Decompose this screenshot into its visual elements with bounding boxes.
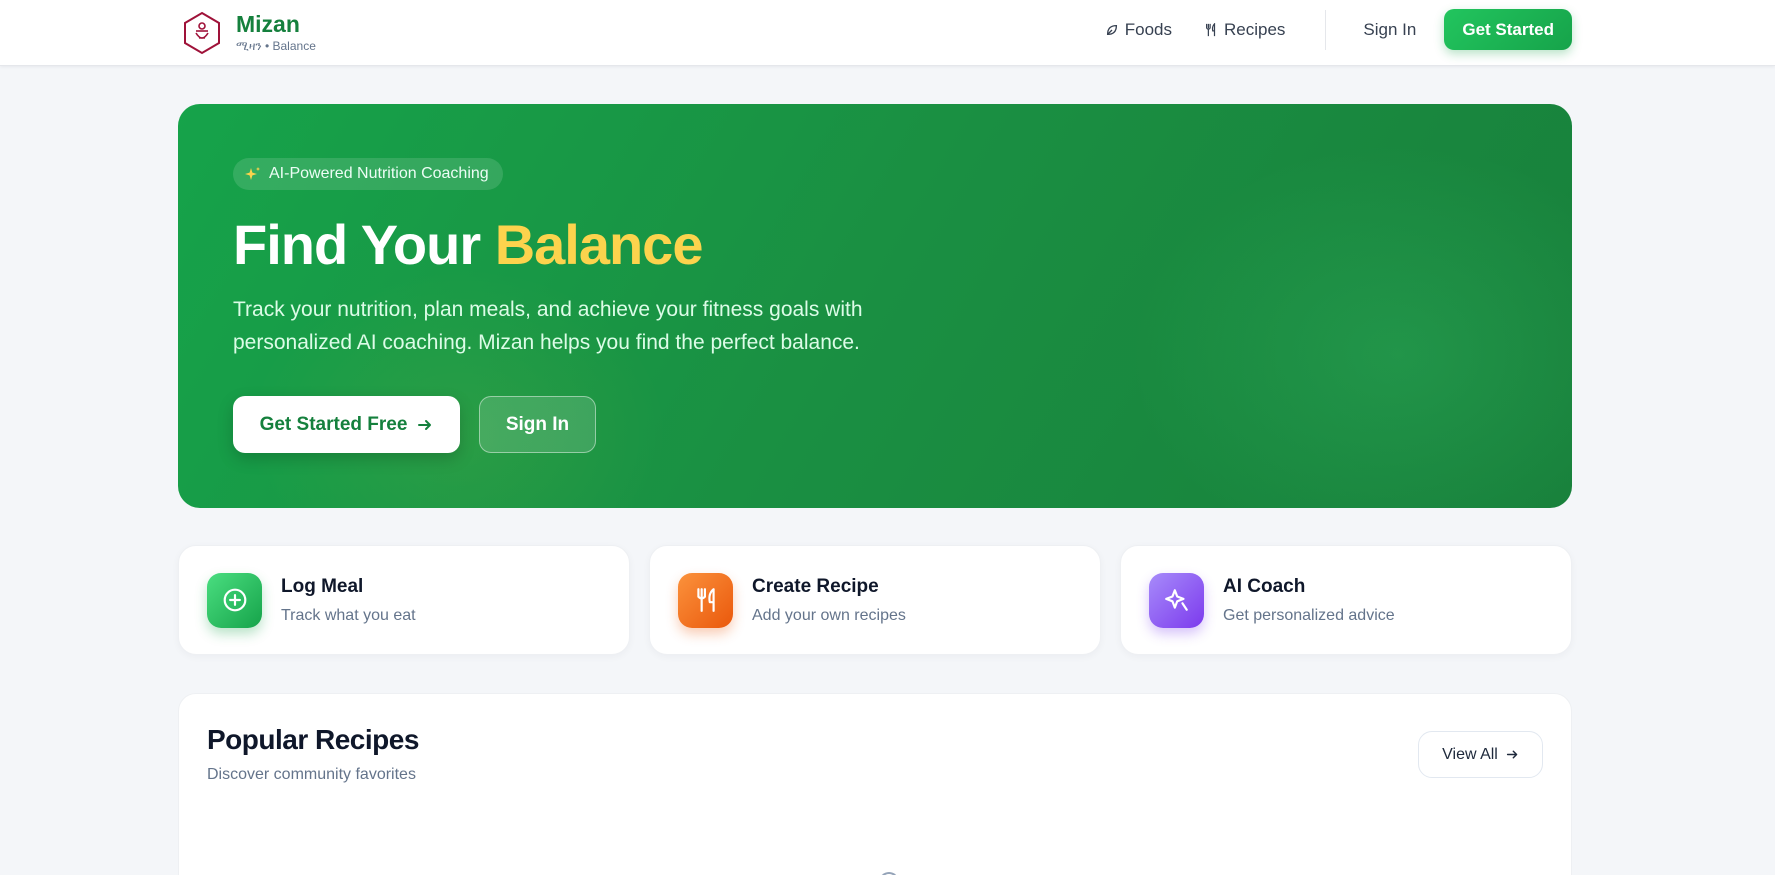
brand-name: Mizan xyxy=(236,11,300,38)
log-meal-card[interactable]: Log Meal Track what you eat xyxy=(178,545,630,655)
view-all-label: View All xyxy=(1442,745,1498,763)
ai-coach-subtitle: Get personalized advice xyxy=(1223,606,1395,624)
get-started-free-button[interactable]: Get Started Free xyxy=(233,396,460,453)
nav-item-foods-label: Foods xyxy=(1124,19,1172,39)
utensils-icon xyxy=(678,572,733,628)
header-get-started-button[interactable]: Get Started xyxy=(1444,9,1572,50)
main-nav: Foods Recipes Sign In Get Started xyxy=(1073,9,1572,50)
sparkles-icon xyxy=(245,167,260,180)
hero-title-main: Find Your xyxy=(233,213,495,276)
hero-sign-in-button[interactable]: Sign In xyxy=(479,396,596,453)
nav-divider xyxy=(1325,9,1327,50)
top-navbar: Mizan ሚዛን • Balance Foods Recipes Sign I… xyxy=(0,0,1775,66)
hero-title: Find Your Balance xyxy=(233,212,704,277)
log-meal-title: Log Meal xyxy=(281,575,364,597)
brand[interactable]: Mizan ሚዛን • Balance xyxy=(178,6,316,60)
nav-item-recipes-label: Recipes xyxy=(1224,19,1286,39)
hero-title-accent: Balance xyxy=(494,213,704,276)
ai-coach-title: AI Coach xyxy=(1223,575,1306,597)
nav-item-foods[interactable]: Foods xyxy=(1105,20,1172,40)
ai-coach-card[interactable]: AI Coach Get personalized advice xyxy=(1120,545,1572,655)
popular-recipes-section: Popular Recipes Discover community favor… xyxy=(178,693,1572,875)
hero-badge: AI-Powered Nutrition Coaching xyxy=(233,158,503,190)
view-all-button[interactable]: View All xyxy=(1418,731,1543,778)
create-recipe-card[interactable]: Create Recipe Add your own recipes xyxy=(649,545,1101,655)
leaf-icon xyxy=(1106,24,1117,35)
utensils-icon xyxy=(1206,22,1216,36)
hero-badge-label: AI-Powered Nutrition Coaching xyxy=(269,165,489,182)
popular-recipes-subtitle: Discover community favorites xyxy=(207,766,416,783)
logo-icon xyxy=(184,11,220,55)
plus-circle-icon xyxy=(207,572,262,628)
sparkle-icon xyxy=(1149,572,1204,628)
hero-description: Track your nutrition, plan meals, and ac… xyxy=(233,298,863,354)
hero-banner: AI-Powered Nutrition Coaching Find Your … xyxy=(178,104,1572,508)
popular-recipes-title: Popular Recipes xyxy=(207,724,419,755)
get-started-free-label: Get Started Free xyxy=(259,413,408,435)
log-meal-subtitle: Track what you eat xyxy=(281,606,416,624)
create-recipe-subtitle: Add your own recipes xyxy=(752,606,906,624)
nav-item-recipes[interactable]: Recipes xyxy=(1204,20,1285,40)
header-sign-in-link[interactable]: Sign In xyxy=(1363,20,1416,40)
arrow-right-icon xyxy=(1506,750,1518,759)
arrow-right-icon xyxy=(418,419,432,430)
brand-subtitle: ሚዛን • Balance xyxy=(236,38,316,53)
create-recipe-title: Create Recipe xyxy=(752,575,879,597)
